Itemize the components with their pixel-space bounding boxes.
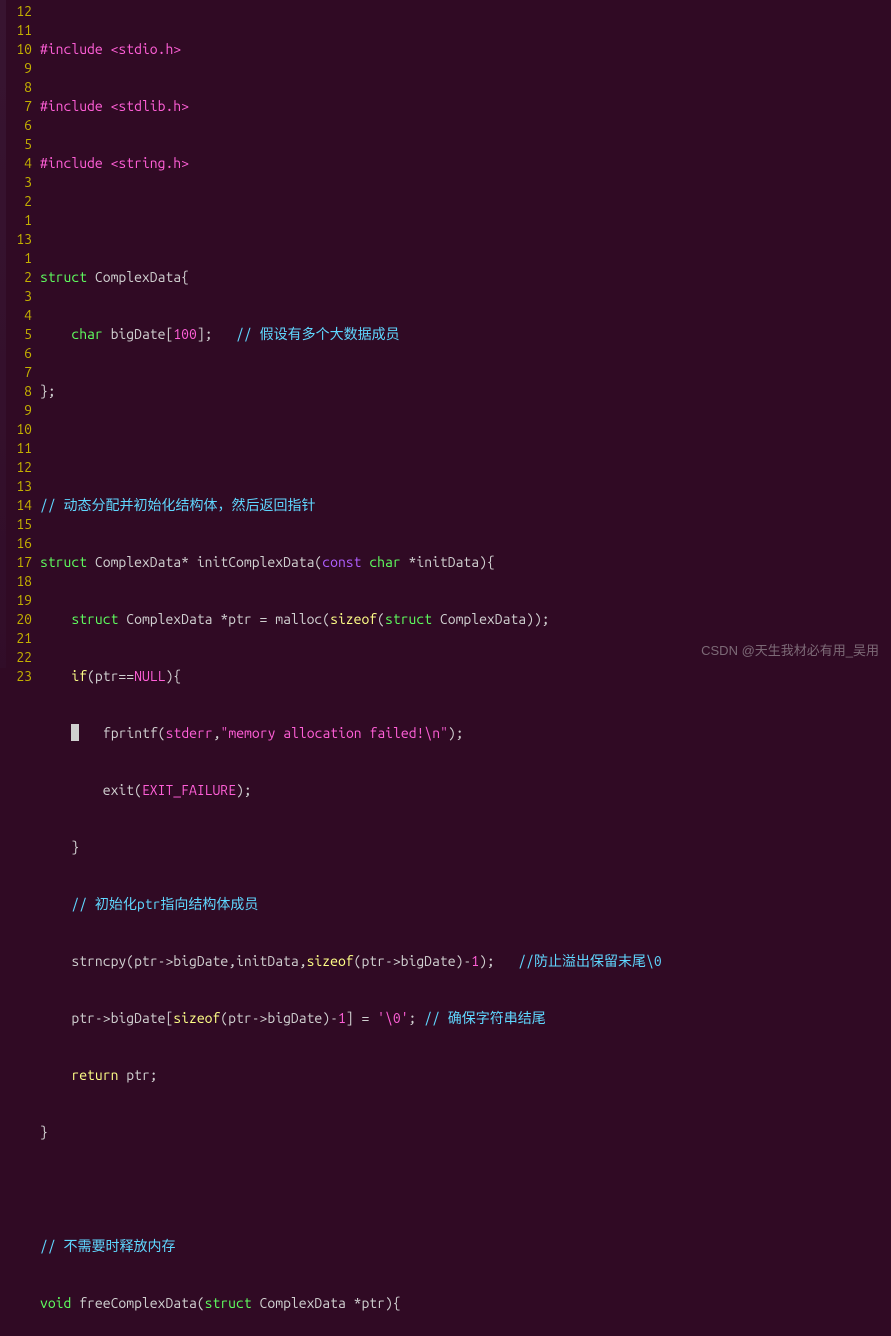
code-line[interactable]: struct ComplexData* initComplexData(cons… <box>40 553 891 572</box>
code-text: ); <box>448 725 464 741</box>
identifier: ComplexData* <box>95 554 189 570</box>
header-name: <stdlib.h> <box>111 98 189 114</box>
code-text: ComplexData *ptr){ <box>252 1295 401 1311</box>
code-line[interactable] <box>40 439 891 458</box>
code-text: ]; <box>197 326 213 342</box>
comment: // 动态分配并初始化结构体，然后返回指针 <box>40 497 316 513</box>
code-line[interactable]: #include <stdio.h> <box>40 40 891 59</box>
code-line[interactable]: // 动态分配并初始化结构体，然后返回指针 <box>40 496 891 515</box>
code-text: *initData){ <box>409 554 495 570</box>
identifier: ComplexData{ <box>95 269 189 285</box>
line-number: 23 <box>0 667 32 686</box>
header-name: <string.h> <box>111 155 189 171</box>
code-text: ComplexData)); <box>432 611 550 627</box>
code-text: ){ <box>165 668 181 684</box>
type-keyword: struct <box>385 611 432 627</box>
code-line[interactable]: exit(EXIT_FAILURE); <box>40 781 891 800</box>
code-line[interactable]: if(ptr==NULL){ <box>40 667 891 686</box>
if-keyword: if <box>71 668 87 684</box>
code-line[interactable]: } <box>40 838 891 857</box>
line-number-gutter: 12 11 10 9 8 7 6 5 4 3 2 1 13 1 2 3 4 5 … <box>0 2 40 1336</box>
comment: // 假设有多个大数据成员 <box>236 326 400 342</box>
code-text: (ptr->bigDate)- <box>220 1010 338 1026</box>
code-line[interactable]: // 初始化ptr指向结构体成员 <box>40 895 891 914</box>
code-text: ; <box>409 1010 417 1026</box>
number-literal: 1 <box>338 1010 346 1026</box>
function-name: initComplexData( <box>197 554 322 570</box>
code-text: (ptr->bigDate)- <box>354 953 472 969</box>
code-line[interactable]: char bigDate[100]; // 假设有多个大数据成员 <box>40 325 891 344</box>
type-keyword: struct <box>205 1295 252 1311</box>
function-name: freeComplexData( <box>71 1295 204 1311</box>
type-keyword: char <box>71 326 102 342</box>
sizeof-keyword: sizeof <box>330 611 377 627</box>
code-text: ( <box>377 611 385 627</box>
code-text: ptr; <box>118 1067 157 1083</box>
header-name: <stdio.h> <box>111 41 182 57</box>
code-line[interactable]: }; <box>40 382 891 401</box>
stderr-ident: stderr <box>166 725 213 741</box>
code-text: ] = <box>346 1010 377 1026</box>
code-line[interactable] <box>40 1180 891 1199</box>
comment: // 初始化ptr指向结构体成员 <box>71 896 258 912</box>
number-literal: 1 <box>471 953 479 969</box>
comment: // 不需要时释放内存 <box>40 1238 176 1254</box>
function-call: strncpy(ptr->bigDate,initData, <box>71 953 306 969</box>
comment: //防止溢出保留末尾\0 <box>518 953 661 969</box>
code-text: }; <box>40 383 56 399</box>
identifier: ComplexData *ptr = malloc( <box>126 611 330 627</box>
preproc-keyword: #include <box>40 41 103 57</box>
code-line[interactable] <box>40 211 891 230</box>
preproc-keyword: #include <box>40 98 103 114</box>
char-literal: '\0' <box>377 1010 408 1026</box>
code-line-cursor[interactable]: fprintf(stderr,"memory allocation failed… <box>40 724 891 743</box>
code-line[interactable]: ptr->bigDate[sizeof(ptr->bigDate)-1] = '… <box>40 1009 891 1028</box>
number-literal: 100 <box>173 326 197 342</box>
code-line[interactable]: // 不需要时释放内存 <box>40 1237 891 1256</box>
code-text: ); <box>479 953 495 969</box>
comment: // 确保字符串结尾 <box>424 1010 546 1026</box>
code-line[interactable]: #include <stdlib.h> <box>40 97 891 116</box>
watermark-text: CSDN @天生我材必有用_吴用 <box>701 641 879 660</box>
type-keyword: void <box>40 1295 71 1311</box>
code-line[interactable]: strncpy(ptr->bigDate,initData,sizeof(ptr… <box>40 952 891 971</box>
const-keyword: const <box>322 554 361 570</box>
type-keyword: struct <box>40 554 87 570</box>
code-content[interactable]: #include <stdio.h> #include <stdlib.h> #… <box>40 2 891 1336</box>
code-line[interactable]: return ptr; <box>40 1066 891 1085</box>
identifier: bigDate[ <box>111 326 174 342</box>
function-call: exit( <box>103 782 142 798</box>
cursor-icon <box>71 724 79 741</box>
code-text: , <box>213 725 221 741</box>
string-literal: " <box>440 725 448 741</box>
code-line[interactable]: struct ComplexData *ptr = malloc(sizeof(… <box>40 610 891 629</box>
code-line[interactable]: struct ComplexData{ <box>40 268 891 287</box>
code-editor[interactable]: 12 11 10 9 8 7 6 5 4 3 2 1 13 1 2 3 4 5 … <box>0 0 891 1336</box>
string-literal: "memory allocation failed! <box>221 725 425 741</box>
type-keyword: char <box>369 554 400 570</box>
code-text: } <box>40 1124 48 1140</box>
escape-char: \n <box>424 725 440 741</box>
editor-left-strip <box>0 0 6 668</box>
exit-constant: EXIT_FAILURE <box>142 782 236 798</box>
code-text: ptr->bigDate[ <box>71 1010 173 1026</box>
sizeof-keyword: sizeof <box>173 1010 220 1026</box>
null-literal: NULL <box>134 668 165 684</box>
code-line[interactable]: #include <string.h> <box>40 154 891 173</box>
code-line[interactable]: void freeComplexData(struct ComplexData … <box>40 1294 891 1313</box>
function-call: fprintf( <box>103 725 166 741</box>
preproc-keyword: #include <box>40 155 103 171</box>
code-text: (ptr== <box>87 668 134 684</box>
code-text: } <box>71 839 79 855</box>
code-text: ); <box>236 782 252 798</box>
type-keyword: struct <box>40 269 87 285</box>
type-keyword: struct <box>71 611 118 627</box>
sizeof-keyword: sizeof <box>307 953 354 969</box>
return-keyword: return <box>71 1067 118 1083</box>
code-line[interactable]: } <box>40 1123 891 1142</box>
